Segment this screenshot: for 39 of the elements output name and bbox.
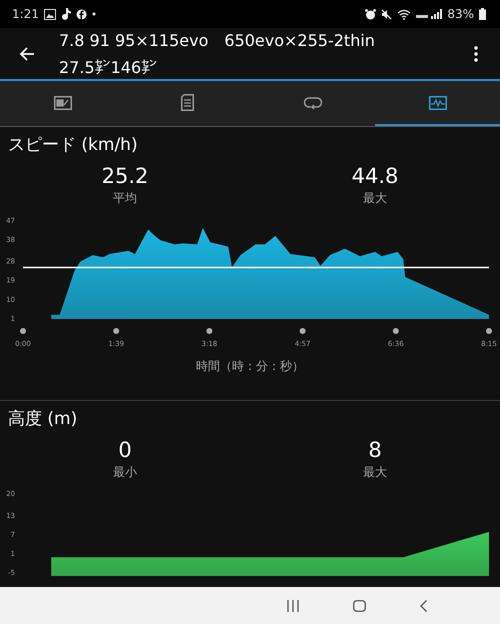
axis-title: 時間（時：分：秒） [196, 358, 304, 375]
battery-percent: 83% [447, 7, 474, 21]
document-icon [181, 94, 194, 111]
section-title: スピード (km/h) [7, 134, 139, 156]
stat-label: 平均 [113, 190, 137, 207]
stat-value: 0 [118, 438, 132, 462]
dot-icon [92, 12, 96, 16]
stat-label: 最小 [113, 464, 137, 481]
loop-arrow-icon [304, 96, 322, 110]
alarm-icon [365, 8, 376, 20]
back-icon[interactable] [420, 600, 428, 612]
chart-icon [428, 96, 446, 110]
tick-dot [300, 328, 306, 334]
stat-value: 8 [368, 438, 382, 462]
stat-value: 44.8 [352, 164, 398, 188]
back-arrow-icon[interactable] [19, 46, 35, 62]
wifi-icon [397, 8, 412, 20]
home-icon[interactable] [353, 600, 366, 612]
more-menu-icon[interactable] [474, 46, 478, 62]
signal-icon [416, 8, 442, 20]
map-icon [54, 96, 72, 110]
battery-icon [479, 8, 486, 20]
recent-apps-icon[interactable] [287, 600, 299, 612]
tick-dot [486, 328, 492, 334]
circle-icon [76, 8, 87, 20]
mute-icon [381, 8, 392, 20]
image-icon [44, 8, 56, 20]
music-note-icon [60, 8, 71, 20]
section-title: 高度 (m) [7, 408, 78, 430]
tick-dot [206, 328, 212, 334]
activity-title: 7.8 91 95×115evo 650evo×255-2thin [59, 30, 376, 52]
stat-label: 最大 [363, 464, 387, 481]
activity-subtitle: 27.5㌢146㌢ [59, 58, 158, 76]
stat-value: 25.2 [102, 164, 148, 188]
status-time: 1:21 [12, 7, 39, 21]
stat-label: 最大 [363, 190, 387, 207]
tick-dot [392, 328, 399, 334]
tick-dot [20, 328, 26, 334]
tick-dot [113, 328, 120, 334]
